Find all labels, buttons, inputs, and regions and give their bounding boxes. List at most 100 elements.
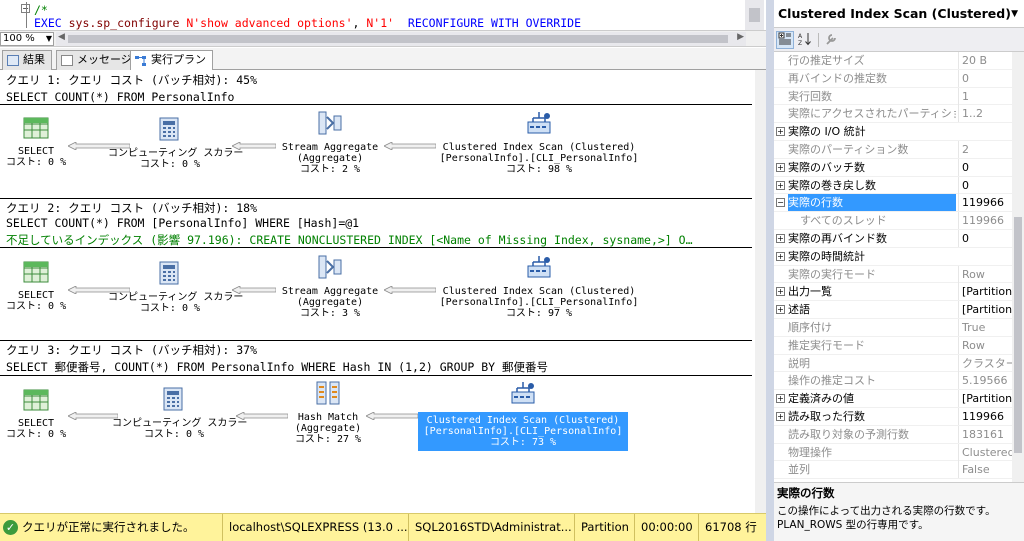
plan-node-select[interactable]: SELECT コスト: 0 % — [6, 388, 66, 440]
property-row[interactable]: 実行回数 1 — [774, 87, 1012, 106]
tab-results[interactable]: 結果 — [2, 50, 52, 70]
property-row[interactable]: 再バインドの推定数 0 — [774, 69, 1012, 88]
tab-execution-plan[interactable]: 実行プラン — [130, 50, 213, 71]
sql-editor[interactable]: − /* EXEC sys.sp_configure N'show advanc… — [0, 0, 766, 30]
scroll-left-icon[interactable]: ◀ — [58, 32, 65, 42]
property-row[interactable]: + 実際の巻き戻し数 0 — [774, 176, 1012, 195]
property-row[interactable]: 行の推定サイズ 20 B — [774, 52, 1012, 70]
compute-scalar-icon — [163, 387, 183, 411]
property-row[interactable]: + 出力一覧 [Partition — [774, 283, 1012, 302]
property-name: 実際の実行モード — [788, 267, 876, 281]
property-name: 実際の再バインド数 — [788, 232, 887, 245]
results-tabbar: 結果 メッセージ 実行プラン — [0, 48, 766, 71]
scroll-thumb[interactable] — [749, 8, 760, 22]
property-row[interactable]: + 定義済みの値 [Partition — [774, 390, 1012, 408]
property-row[interactable]: 推定実行モード Row — [774, 336, 1012, 355]
property-row[interactable]: 説明 クラスター化 — [774, 354, 1012, 373]
expand-icon[interactable]: + — [776, 234, 785, 243]
expand-icon[interactable]: + — [776, 305, 785, 315]
expand-icon[interactable]: + — [776, 251, 785, 261]
property-row[interactable]: + 実際の I/O 統計 — [774, 123, 1012, 141]
plan-node-stream-aggregate[interactable]: Stream Aggregate (Aggregate) コスト: 2 % — [270, 110, 390, 175]
property-value: Row — [958, 265, 1012, 283]
node-title: コンピューティング スカラー — [108, 292, 244, 303]
string-2: N'1' — [366, 16, 395, 30]
plan-node-clustered-index-scan[interactable]: Clustered Index Scan (Clustered) [Person… — [434, 110, 644, 175]
property-grid-scrollbar[interactable] — [1012, 52, 1024, 482]
missing-index-hint[interactable]: 不足しているインデックス (影響 97.196): CREATE NONCLUS… — [0, 232, 752, 248]
svg-text:A: A — [798, 33, 803, 40]
properties-object-selector[interactable]: Clustered Index Scan (Clustered) ▼ — [774, 0, 1024, 28]
plan-node-clustered-index-scan-selected[interactable]: Clustered Index Scan (Clustered) [Person… — [418, 380, 628, 451]
collapse-icon[interactable]: − — [776, 198, 785, 208]
scroll-right-icon[interactable]: ▶ — [737, 32, 744, 42]
expand-icon[interactable]: + — [776, 412, 785, 421]
select-icon — [23, 117, 49, 139]
property-row[interactable]: + 実際の時間統計 — [774, 248, 1012, 266]
property-value: [Partition — [958, 390, 1012, 408]
plan-node-select[interactable]: SELECT コスト: 0 % — [6, 116, 66, 168]
plan-node-compute-scalar[interactable]: コンピューティング スカラー コスト: 0 % — [108, 260, 244, 314]
editor-bottom-bar: 100 % ▼ ◀ ▶ — [0, 30, 766, 47]
query-1-sql: SELECT COUNT(*) FROM PersonalInfo — [6, 90, 235, 104]
property-name: 順序付け — [788, 321, 832, 334]
property-name: 出力一覧 — [788, 285, 832, 299]
property-row[interactable]: + 実際のバッチ数 0 — [774, 158, 1012, 177]
expand-icon[interactable]: + — [776, 287, 785, 297]
wrench-icon — [826, 34, 836, 45]
property-row[interactable]: 読み取り対象の予測行数 183161 — [774, 425, 1012, 444]
tab-messages[interactable]: メッセージ — [56, 50, 139, 70]
property-row[interactable]: 実際の実行モード Row — [774, 265, 1012, 284]
description-title: 実際の行数 — [777, 486, 835, 500]
categorized-icon — [778, 32, 791, 45]
property-row[interactable]: すべてのスレッド 119966 — [774, 212, 1012, 230]
zoom-dropdown[interactable]: 100 % ▼ — [0, 32, 54, 46]
query-2-sql: SELECT COUNT(*) FROM [PersonalInfo] WHER… — [6, 216, 360, 230]
property-value: 20 B — [958, 52, 1012, 69]
plan-node-select[interactable]: SELECT コスト: 0 % — [6, 260, 66, 312]
expand-icon[interactable]: + — [776, 162, 785, 172]
node-title: Stream Aggregate — [281, 286, 379, 297]
property-row[interactable]: 実際にアクセスされたパーティション 1..2 — [774, 105, 1012, 124]
plan-node-hash-match[interactable]: Hash Match (Aggregate) コスト: 27 % — [290, 380, 366, 445]
plan-node-compute-scalar[interactable]: コンピューティング スカラー コスト: 0 % — [112, 386, 247, 440]
property-row[interactable]: 順序付け True — [774, 319, 1012, 337]
node-subtitle: (Aggregate) — [296, 297, 364, 308]
property-pages-button[interactable] — [822, 31, 840, 49]
property-row[interactable]: 操作の推定コスト 5.19566 — [774, 372, 1012, 391]
property-row[interactable]: + 述語 [Partition — [774, 301, 1012, 319]
chevron-down-icon[interactable]: ▼ — [1011, 0, 1018, 28]
expand-icon[interactable]: + — [776, 127, 785, 137]
pane-splitter[interactable] — [766, 0, 774, 541]
property-row[interactable]: 並列 False — [774, 461, 1012, 480]
editor-vertical-scrollbar[interactable] — [745, 0, 764, 30]
plan-node-clustered-index-scan[interactable]: Clustered Index Scan (Clustered) [Person… — [434, 254, 644, 319]
grid-icon — [7, 55, 19, 66]
svg-text:Z: Z — [798, 40, 802, 46]
expand-icon[interactable]: + — [776, 180, 785, 190]
plan-vertical-scrollbar[interactable] — [755, 70, 766, 513]
plan-node-stream-aggregate[interactable]: Stream Aggregate (Aggregate) コスト: 3 % — [270, 254, 390, 319]
status-elapsed: 00:00:00 — [634, 514, 698, 541]
divider — [0, 198, 752, 199]
property-row[interactable]: 物理操作 Clustered — [774, 443, 1012, 462]
node-cost: コスト: 0 % — [6, 301, 67, 312]
editor-horizontal-scrollbar[interactable]: ◀ ▶ — [56, 32, 746, 46]
expand-icon[interactable]: + — [776, 394, 785, 404]
property-row[interactable]: 実際のパーティション数 2 — [774, 141, 1012, 159]
plan-node-compute-scalar[interactable]: コンピューティング スカラー コスト: 0 % — [108, 116, 243, 170]
property-value: 0 — [958, 176, 1012, 194]
compute-scalar-icon — [159, 117, 179, 141]
property-row[interactable]: + 読み取った行数 119966 — [774, 408, 1012, 426]
property-name: すべてのスレッド — [800, 214, 887, 228]
alphabetical-button[interactable]: AZ — [796, 31, 814, 49]
status-message: ✓ クエリが正常に実行されました。 — [0, 514, 222, 541]
tab-label: 結果 — [23, 53, 45, 66]
node-cost: コスト: 0 % — [143, 429, 205, 440]
property-row[interactable]: − 実際の行数 119966 — [774, 194, 1012, 213]
scroll-thumb[interactable] — [68, 35, 728, 43]
property-row[interactable]: + 実際の再バインド数 0 — [774, 230, 1012, 248]
categorized-button[interactable] — [776, 31, 794, 49]
property-value: 119966 — [958, 212, 1012, 230]
scroll-thumb[interactable] — [1014, 217, 1022, 453]
